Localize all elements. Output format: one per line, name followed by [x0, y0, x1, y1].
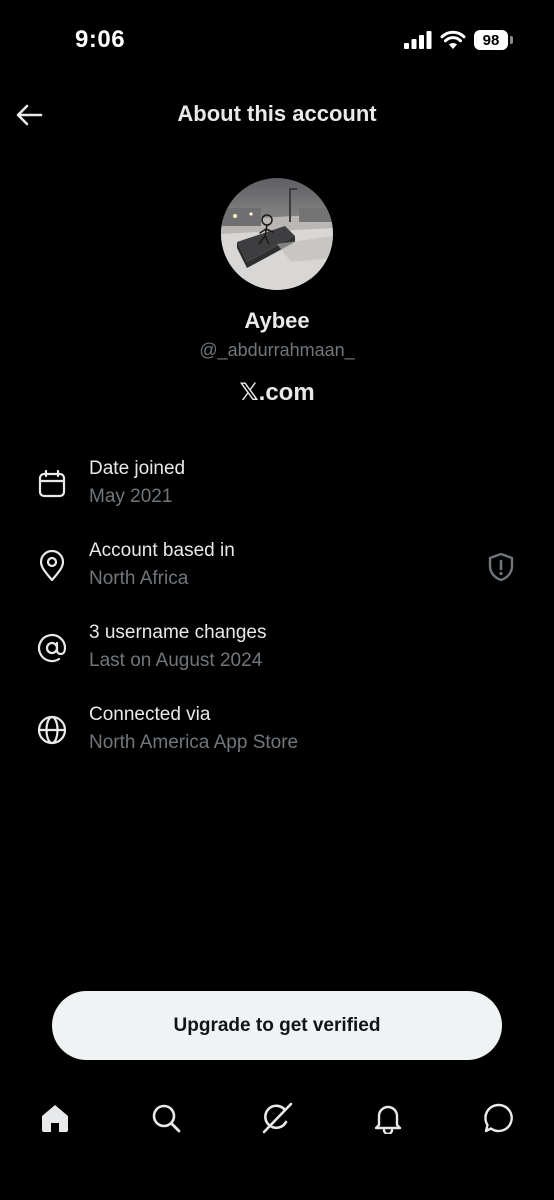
info-connected-via: Connected via North America App Store — [0, 704, 554, 774]
avatar — [221, 178, 333, 290]
info-subtitle: North Africa — [89, 568, 189, 589]
info-date-joined: Date joined May 2021 — [0, 458, 554, 528]
upgrade-button[interactable]: Upgrade to get verified — [52, 991, 502, 1060]
header: About this account — [0, 88, 554, 142]
info-subtitle: May 2021 — [89, 486, 173, 507]
at-sign-icon — [36, 632, 68, 664]
nav-messages[interactable] — [479, 1098, 519, 1138]
messages-icon — [484, 1103, 513, 1133]
battery-icon: 98 — [474, 30, 513, 50]
nav-search[interactable] — [146, 1098, 186, 1138]
status-time: 9:06 — [75, 26, 126, 53]
platform-label: 𝕏.com — [239, 379, 315, 406]
profile-name: Aybee — [244, 308, 310, 333]
nav-notifications[interactable] — [368, 1098, 408, 1138]
info-account-based: Account based in North Africa — [0, 540, 554, 610]
status-icons: 98 — [404, 30, 513, 50]
battery-level: 98 — [482, 31, 500, 49]
calendar-icon — [36, 468, 68, 500]
nav-grok[interactable] — [257, 1098, 297, 1138]
cellular-signal-icon — [404, 31, 432, 49]
home-icon — [42, 1105, 68, 1132]
info-title: 3 username changes — [89, 622, 267, 643]
globe-icon — [36, 714, 68, 746]
bottom-nav — [0, 1090, 554, 1146]
grok-icon — [262, 1102, 293, 1134]
profile-handle: @_abdurrahmaan_ — [199, 340, 355, 360]
search-icon — [152, 1104, 181, 1133]
notifications-icon — [374, 1105, 402, 1134]
location-pin-icon — [36, 550, 68, 582]
status-bar: 9:06 98 — [0, 0, 554, 80]
info-username-changes: 3 username changes Last on August 2024 — [0, 622, 554, 692]
about-account-screen: 9:06 98 About this account Aybee @_abdur… — [0, 0, 554, 1200]
info-subtitle: North America App Store — [89, 732, 299, 753]
wifi-icon — [440, 30, 466, 49]
shield-alert-icon[interactable] — [486, 552, 516, 582]
info-subtitle: Last on August 2024 — [89, 650, 263, 671]
info-title: Connected via — [89, 704, 211, 725]
info-title: Account based in — [89, 540, 235, 561]
nav-home[interactable] — [35, 1098, 75, 1138]
page-title: About this account — [177, 101, 377, 126]
info-title: Date joined — [89, 458, 186, 479]
